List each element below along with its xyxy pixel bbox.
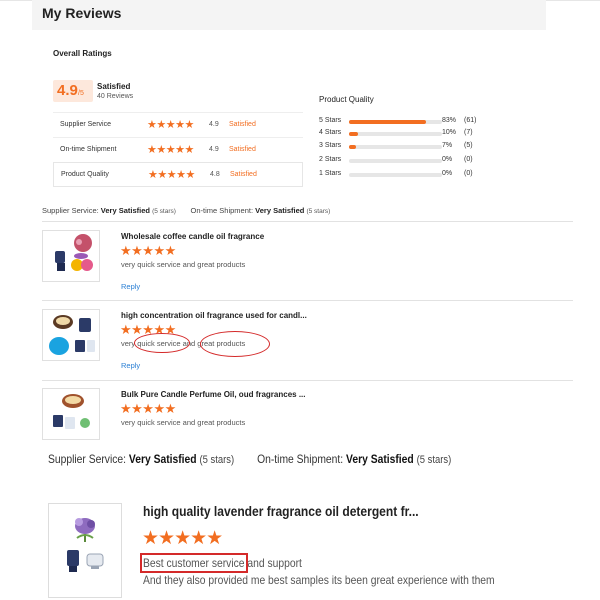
distribution-percent: 7% xyxy=(442,142,453,149)
distribution-label: 5 Stars xyxy=(319,117,342,124)
product-image-icon xyxy=(49,315,95,355)
sub-rating-score: 4.9 xyxy=(209,121,219,128)
on-time-shipment-label: On-time Shipment: xyxy=(190,206,254,215)
distribution-bar xyxy=(349,173,442,177)
distribution-percent: 10% xyxy=(442,129,457,136)
distribution-bar xyxy=(349,145,442,149)
distribution-bar xyxy=(349,120,442,124)
overall-status: Satisfied xyxy=(97,82,131,91)
star-rating-icon: ★★★★★ xyxy=(120,401,176,416)
distribution-bar-fill xyxy=(349,145,356,149)
supplier-service-stars: (5 stars) xyxy=(199,454,235,466)
overall-ratings-heading: Overall Ratings xyxy=(53,49,112,58)
sub-rating-label: Product Quality xyxy=(61,171,109,178)
supplier-service-value: Very Satisfied xyxy=(100,206,150,215)
sub-rating-supplier-service[interactable]: Supplier Service ★★★★★ 4.9 Satisfied xyxy=(53,112,303,137)
seller-summary-line-zoomed: Supplier Service: Very Satisfied (5 star… xyxy=(48,452,451,466)
reply-link[interactable]: Reply xyxy=(121,282,140,291)
distribution-row: 5 Stars 83% (61) xyxy=(319,117,499,129)
distribution-row: 3 Stars 7% (5) xyxy=(319,142,499,154)
sub-ratings-table: Supplier Service ★★★★★ 4.9 Satisfied On-… xyxy=(53,112,303,188)
review-product-title[interactable]: Bulk Pure Candle Perfume Oil, oud fragra… xyxy=(121,390,306,399)
sub-rating-status: Satisfied xyxy=(230,171,257,178)
reply-link[interactable]: Reply xyxy=(121,361,140,370)
review-count: 40 Reviews xyxy=(97,93,134,100)
distribution-label: 4 Stars xyxy=(319,129,342,136)
review-product-title[interactable]: high concentration oil fragrance used fo… xyxy=(121,311,307,320)
overall-score-suffix: /5 xyxy=(78,90,84,97)
product-image-icon xyxy=(55,234,93,271)
on-time-shipment-stars: (5 stars) xyxy=(416,454,452,466)
sub-rating-status: Satisfied xyxy=(229,121,256,128)
star-rating-icon: ★★★★★ xyxy=(120,243,176,258)
distribution-count: (7) xyxy=(464,129,473,136)
divider xyxy=(42,380,573,381)
supplier-service-label: Supplier Service: xyxy=(42,206,99,215)
distribution-percent: 0% xyxy=(442,156,453,163)
distribution-bar xyxy=(349,132,442,136)
review-text: And they also provided me best samples i… xyxy=(143,573,495,587)
distribution-count: (0) xyxy=(464,156,473,163)
distribution-percent: 83% xyxy=(442,117,457,124)
product-image-icon xyxy=(67,518,104,572)
distribution-row: 1 Stars 0% (0) xyxy=(319,170,499,182)
distribution-row: 2 Stars 0% (0) xyxy=(319,156,499,168)
distribution-count: (5) xyxy=(464,142,473,149)
distribution-percent: 0% xyxy=(442,170,453,177)
sub-rating-status: Satisfied xyxy=(229,146,256,153)
product-image-icon xyxy=(53,394,90,429)
annotation-oval xyxy=(200,331,270,357)
on-time-shipment-value: Very Satisfied xyxy=(255,206,305,215)
distribution-bar-fill xyxy=(349,120,427,124)
star-rating-icon: ★★★★★ xyxy=(147,144,194,156)
product-thumbnail[interactable] xyxy=(42,309,100,361)
review-text-rest: and support xyxy=(244,556,302,570)
review-text: very quick service and great products xyxy=(121,260,246,269)
seller-summary-line: Supplier Service: Very Satisfied (5 star… xyxy=(42,206,330,215)
product-thumbnail[interactable] xyxy=(48,503,122,598)
star-rating-icon: ★★★★★ xyxy=(148,169,195,181)
sub-rating-label: On-time Shipment xyxy=(60,146,117,153)
star-rating-icon: ★★★★★ xyxy=(147,119,194,131)
divider xyxy=(42,300,573,301)
on-time-shipment-label: On-time Shipment: xyxy=(257,452,344,466)
divider xyxy=(42,221,573,222)
star-rating-icon: ★★★★★ xyxy=(142,528,223,549)
sub-rating-product-quality[interactable]: Product Quality ★★★★★ 4.8 Satisfied xyxy=(53,162,303,187)
on-time-shipment-value: Very Satisfied xyxy=(346,452,414,466)
sub-rating-on-time-shipment[interactable]: On-time Shipment ★★★★★ 4.9 Satisfied xyxy=(53,137,303,162)
distribution-label: 3 Stars xyxy=(319,142,342,149)
distribution-label: 1 Stars xyxy=(319,170,342,177)
review-product-title[interactable]: Wholesale coffee candle oil fragrance xyxy=(121,232,264,241)
annotation-oval xyxy=(134,333,190,353)
distribution-count: (61) xyxy=(464,117,477,124)
distribution-bar-fill xyxy=(349,132,359,136)
distribution-count: (0) xyxy=(464,170,473,177)
product-thumbnail[interactable] xyxy=(42,388,100,440)
sub-rating-score: 4.9 xyxy=(209,146,219,153)
supplier-service-stars: (5 stars) xyxy=(152,208,176,215)
supplier-service-label: Supplier Service: xyxy=(48,452,127,466)
distribution-row: 4 Stars 10% (7) xyxy=(319,129,499,141)
sub-rating-label: Supplier Service xyxy=(60,121,111,128)
product-quality-heading: Product Quality xyxy=(319,95,374,104)
overall-score: 4.9 xyxy=(57,82,78,99)
sub-rating-score: 4.8 xyxy=(210,171,220,178)
on-time-shipment-stars: (5 stars) xyxy=(306,208,331,215)
page-title: My Reviews xyxy=(42,5,122,21)
product-thumbnail[interactable] xyxy=(42,230,100,282)
distribution-label: 2 Stars xyxy=(319,156,342,163)
review-text: very quick service and great products xyxy=(121,418,246,427)
review-product-title[interactable]: high quality lavender fragrance oil dete… xyxy=(143,503,419,519)
distribution-bar xyxy=(349,159,442,163)
annotation-rectangle xyxy=(140,553,248,573)
supplier-service-value: Very Satisfied xyxy=(128,452,197,466)
